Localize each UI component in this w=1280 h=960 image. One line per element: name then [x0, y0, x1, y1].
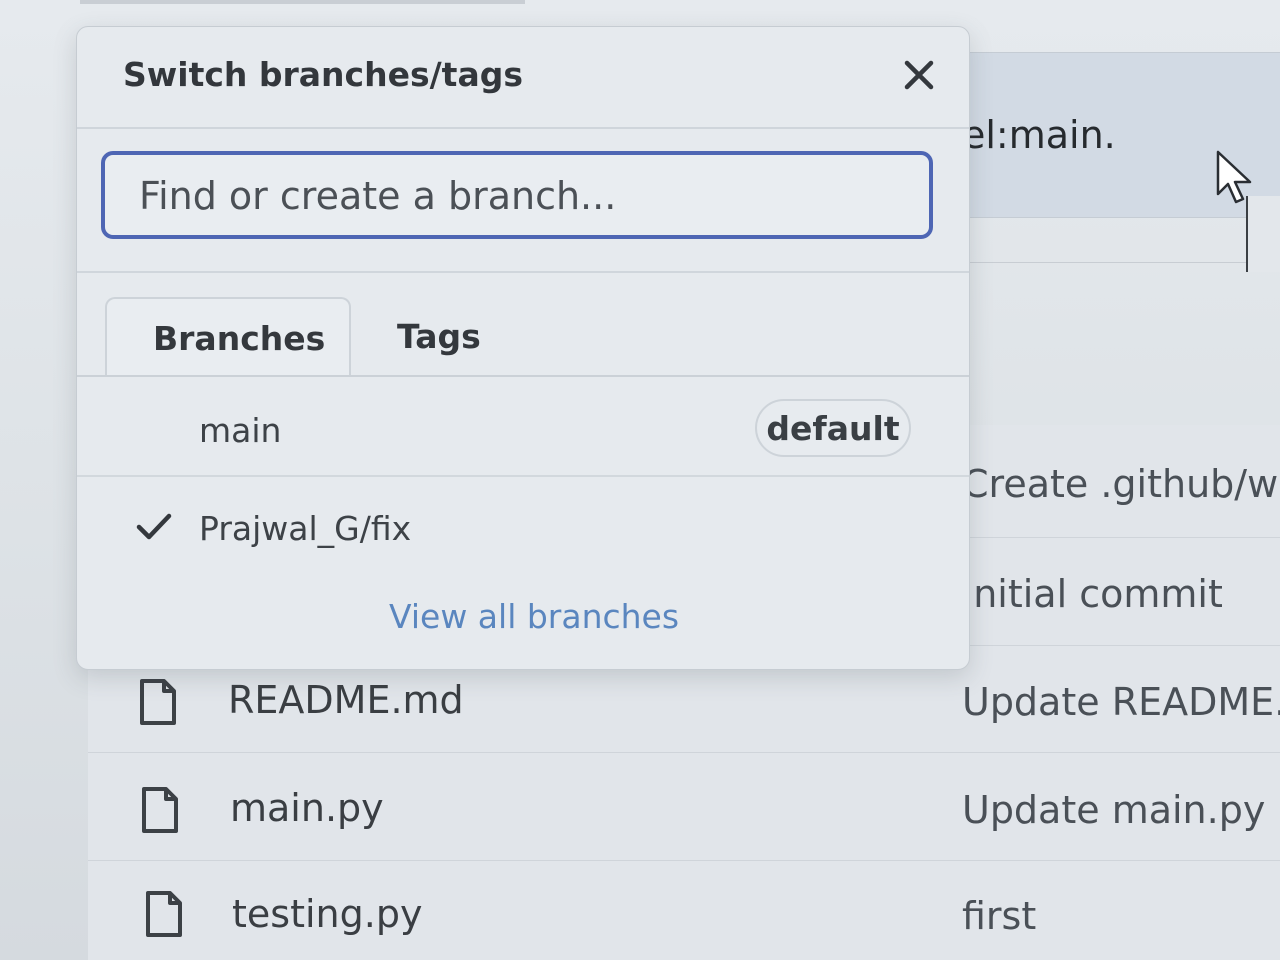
branch-item-prajwal-fix[interactable]: Prajwal_G/fix — [77, 477, 969, 575]
view-all-branches-link[interactable]: View all branches — [389, 597, 679, 636]
branch-search-input[interactable] — [137, 155, 901, 237]
file-name[interactable]: testing.py — [232, 892, 422, 936]
screen: el:main. Create .github/wo Initial commi… — [0, 0, 1280, 960]
file-icon — [140, 679, 176, 725]
branch-name: Prajwal_G/fix — [199, 509, 412, 548]
top-element-stub — [80, 0, 525, 4]
file-icon — [146, 891, 182, 937]
file-name[interactable]: main.py — [230, 786, 384, 830]
divider — [940, 262, 1280, 263]
branch-search-field[interactable] — [101, 151, 933, 239]
commit-message[interactable]: first — [962, 894, 1036, 938]
file-name[interactable]: README.md — [228, 678, 464, 722]
close-icon[interactable] — [897, 53, 941, 97]
default-badge: default — [755, 399, 911, 457]
commit-message[interactable]: Update README.r — [962, 680, 1280, 724]
commit-message[interactable]: Initial commit — [962, 572, 1223, 616]
commit-message[interactable]: Update main.py — [962, 788, 1265, 832]
branch-switcher-dropdown: Switch branches/tags Branches Tags main … — [76, 26, 970, 670]
banner-text: el:main. — [962, 113, 1116, 157]
divider — [77, 127, 969, 129]
mouse-cursor-icon — [1216, 150, 1252, 204]
dropdown-title: Switch branches/tags — [123, 55, 523, 94]
commit-message[interactable]: Create .github/wo — [962, 462, 1280, 506]
badge-label: default — [766, 409, 900, 448]
tab-label: Branches — [153, 319, 326, 358]
file-icon — [142, 787, 178, 833]
row-divider — [88, 752, 1280, 753]
branch-name: main — [199, 411, 282, 450]
tab-label: Tags — [397, 317, 481, 356]
tab-branches[interactable]: Branches — [105, 297, 351, 377]
check-icon — [136, 513, 172, 540]
row-divider — [88, 860, 1280, 861]
tab-tags[interactable]: Tags — [355, 297, 515, 375]
divider — [77, 271, 969, 273]
